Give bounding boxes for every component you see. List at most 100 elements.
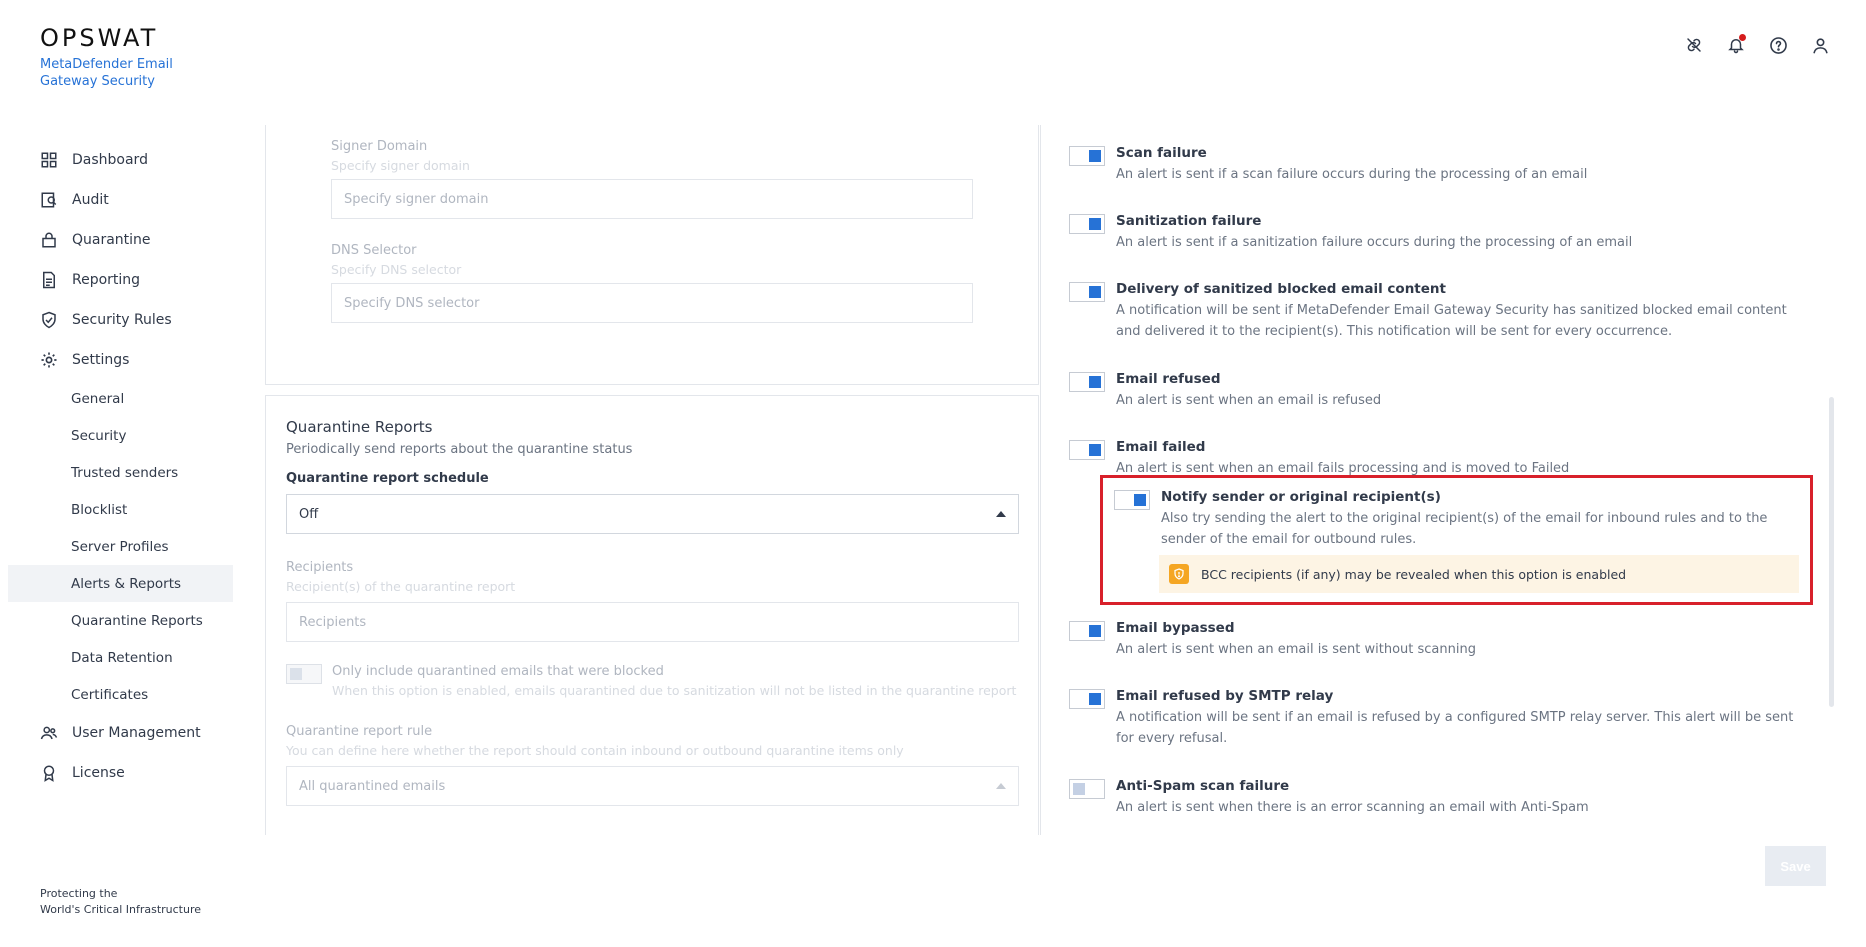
recipients-hint: Recipient(s) of the quarantine report [286,579,516,594]
header-actions [1684,34,1830,55]
alert-scan-failure: Scan failure An alert is sent if a scan f… [1069,144,1796,185]
schedule-value: Off [299,506,319,522]
sidebar-sub-quarantine-reports[interactable]: Quarantine Reports [8,602,233,639]
toggle-knob [1089,150,1101,162]
email-bypassed-toggle[interactable] [1069,621,1105,641]
sidebar-item-label: Dashboard [72,152,148,168]
alert-desc: A notification will be sent if an email … [1116,710,1794,746]
sanitization-failure-toggle[interactable] [1069,214,1105,234]
document-icon [43,271,55,289]
rule-hint: You can define here whether the report s… [286,743,904,758]
quarantine-reports-card: Quarantine Reports Periodically send rep… [265,395,1039,835]
sidebar-sub-alerts-reports[interactable]: Alerts & Reports [8,565,233,602]
audit-icon [41,192,57,208]
opswat-logo[interactable]: OPSWAT MetaDefender Email Gateway Securi… [40,24,190,90]
alert-title: Email refused by SMTP relay [1116,688,1334,704]
email-failed-toggle[interactable] [1069,440,1105,460]
bell-icon[interactable] [1726,34,1746,55]
rule-value: All quarantined emails [299,778,446,794]
dns-selector-hint: Specify DNS selector [331,262,462,277]
scan-failure-toggle[interactable] [1069,146,1105,166]
sidebar-sub-certificates[interactable]: Certificates [8,676,233,713]
sidebar-item-user-management[interactable]: User Management [8,713,233,753]
scrollbar-thumb[interactable] [1829,397,1834,707]
only-blocked-hint: When this option is enabled, emails quar… [332,683,1017,698]
alert-desc: An alert is sent if a scan failure occur… [1116,167,1588,182]
alert-desc: An alert is sent when an email is refuse… [1116,393,1382,408]
alert-desc: An alert is sent when there is an error … [1116,800,1589,815]
users-icon [40,726,58,740]
sidebar-item-label: User Management [72,725,201,741]
sidebar-sub-blocklist[interactable]: Blocklist [8,491,233,528]
alert-title: Email refused [1116,371,1221,387]
email-refused-toggle[interactable] [1069,372,1105,392]
sidebar-item-license[interactable]: License [8,753,233,793]
sidebar-sub-general[interactable]: General [8,380,233,417]
highlight-annotation [1100,475,1813,605]
sidebar-item-reporting[interactable]: Reporting [8,260,233,300]
recipients-input[interactable]: Recipients [286,602,1019,642]
signer-domain-label: Signer Domain [331,139,428,154]
refused-smtp-relay-toggle[interactable] [1069,689,1105,709]
sidebar-item-label: License [72,765,125,781]
sidebar-item-quarantine[interactable]: Quarantine [8,220,233,260]
caret-up-icon [996,511,1006,517]
footer-tagline: Protecting the World's Critical Infrastr… [40,887,202,916]
only-blocked-option: Only include quarantined emails that wer… [286,664,1019,698]
product-name: MetaDefender Email Gateway Security [40,57,173,89]
caret-up-icon [996,783,1006,789]
alert-email-failed: Email failed An alert is sent when an ema… [1069,438,1796,479]
alert-desc: A notification will be sent if MetaDefen… [1116,303,1787,339]
badge-icon [43,765,55,782]
scrollbar[interactable] [1828,125,1836,835]
user-icon[interactable] [1810,35,1830,55]
sidebar-sub-server-profiles[interactable]: Server Profiles [8,528,233,565]
sidebar-sub-data-retention[interactable]: Data Retention [8,639,233,676]
quarantine-reports-title: Quarantine Reports [286,418,433,436]
rule-label: Quarantine report rule [286,724,433,739]
alert-title: Sanitization failure [1116,213,1262,229]
sidebar-item-dashboard[interactable]: Dashboard [8,140,233,180]
notification-dot [1739,34,1746,41]
left-settings-column[interactable]: Signer Domain Specify signer domain Spec… [265,125,1039,835]
sidebar-item-security-rules[interactable]: Security Rules [8,300,233,340]
alert-desc: An alert is sent if a sanitization failu… [1116,235,1633,250]
dashboard-icon [41,152,57,168]
toggle-knob [1089,444,1101,456]
dns-selector-label: DNS Selector [331,243,417,258]
sidebar-sub-security[interactable]: Security [8,417,233,454]
sidebar: Dashboard Audit Quarantine Reporting Sec… [8,140,233,793]
only-blocked-label: Only include quarantined emails that wer… [332,664,664,679]
quarantine-reports-subtitle: Periodically send reports about the quar… [286,442,633,457]
sidebar-item-label: Audit [72,192,109,208]
alert-title: Anti-Spam scan failure [1116,778,1290,794]
schedule-label: Quarantine report schedule [286,471,489,486]
alert-title: Delivery of sanitized blocked email cont… [1116,281,1446,297]
toggle-knob [1089,625,1101,637]
logo-wordmark: OPSWAT [40,24,159,52]
alert-sanitization-failure: Sanitization failure An alert is sent if … [1069,212,1796,253]
alert-refused-smtp-relay: Email refused by SMTP relay A notificatio… [1069,687,1796,749]
delivery-sanitized-toggle[interactable] [1069,282,1105,302]
rule-select[interactable]: All quarantined emails [286,766,1019,806]
dkim-card: Signer Domain Specify signer domain Spec… [265,125,1039,385]
help-icon[interactable] [1768,35,1788,55]
sidebar-item-settings[interactable]: Settings [8,340,233,380]
alert-title: Scan failure [1116,145,1207,161]
save-button[interactable]: Save [1765,846,1826,886]
sidebar-item-audit[interactable]: Audit [8,180,233,220]
alert-delivery-sanitized: Delivery of sanitized blocked email cont… [1069,280,1796,342]
signer-domain-input[interactable]: Specify signer domain [331,179,973,219]
sidebar-item-label: Security Rules [72,312,172,328]
link-icon[interactable] [1684,35,1704,55]
gear-icon [41,352,57,368]
dns-selector-input[interactable]: Specify DNS selector [331,283,973,323]
only-blocked-toggle[interactable] [286,664,322,684]
alert-email-bypassed: Email bypassed An alert is sent when an e… [1069,619,1796,660]
schedule-select[interactable]: Off [286,494,1019,534]
sidebar-sub-trusted-senders[interactable]: Trusted senders [8,454,233,491]
toggle-knob [290,668,302,680]
alert-email-refused: Email refused An alert is sent when an em… [1069,370,1796,411]
antispam-failure-toggle[interactable] [1069,779,1105,799]
toggle-knob [1089,286,1101,298]
